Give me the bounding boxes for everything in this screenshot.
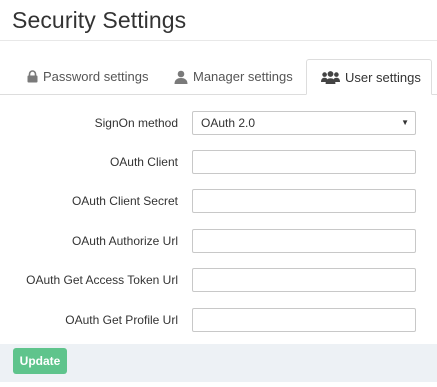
signon-method-value: OAuth 2.0: [201, 116, 256, 130]
tab-manager-settings[interactable]: Manager settings: [174, 59, 299, 94]
oauth-get-profile-url-input[interactable]: [192, 308, 416, 332]
title-divider: [0, 40, 437, 41]
signon-method-label: SignOn method: [94, 116, 178, 130]
user-icon: [174, 70, 188, 84]
tab-label: Password settings: [43, 69, 149, 84]
signon-method-select[interactable]: OAuth 2.0 ▼: [192, 111, 416, 135]
oauth-get-access-token-url-row: OAuth Get Access Token Url: [0, 268, 437, 292]
oauth-authorize-url-input[interactable]: [192, 229, 416, 253]
oauth-client-secret-input[interactable]: [192, 189, 416, 213]
page-title: Security Settings: [12, 7, 187, 33]
oauth-client-row: OAuth Client: [0, 150, 437, 174]
settings-tabs: Password settings Manager settings User …: [0, 59, 437, 95]
oauth-get-access-token-url-label: OAuth Get Access Token Url: [26, 273, 178, 287]
tab-label: User settings: [345, 69, 421, 85]
signon-method-row: SignOn method OAuth 2.0 ▼: [0, 111, 437, 135]
update-button[interactable]: Update: [13, 348, 67, 374]
tab-password-settings[interactable]: Password settings: [27, 59, 157, 94]
oauth-client-secret-label: OAuth Client Secret: [71, 194, 178, 208]
oauth-authorize-url-label: OAuth Authorize Url: [71, 234, 178, 248]
users-icon: [321, 70, 340, 84]
form-footer: Update: [0, 344, 437, 382]
caret-down-icon: ▼: [401, 118, 409, 127]
oauth-authorize-url-row: OAuth Authorize Url: [0, 229, 437, 253]
oauth-client-label: OAuth Client: [109, 155, 178, 169]
tab-user-settings[interactable]: User settings: [306, 59, 432, 95]
lock-icon: [27, 70, 38, 83]
oauth-client-input[interactable]: [192, 150, 416, 174]
oauth-get-profile-url-label: OAuth Get Profile Url: [65, 313, 178, 327]
tab-label: Manager settings: [193, 69, 293, 84]
oauth-client-secret-row: OAuth Client Secret: [0, 189, 437, 213]
oauth-get-profile-url-row: OAuth Get Profile Url: [0, 308, 437, 332]
oauth-get-access-token-url-input[interactable]: [192, 268, 416, 292]
